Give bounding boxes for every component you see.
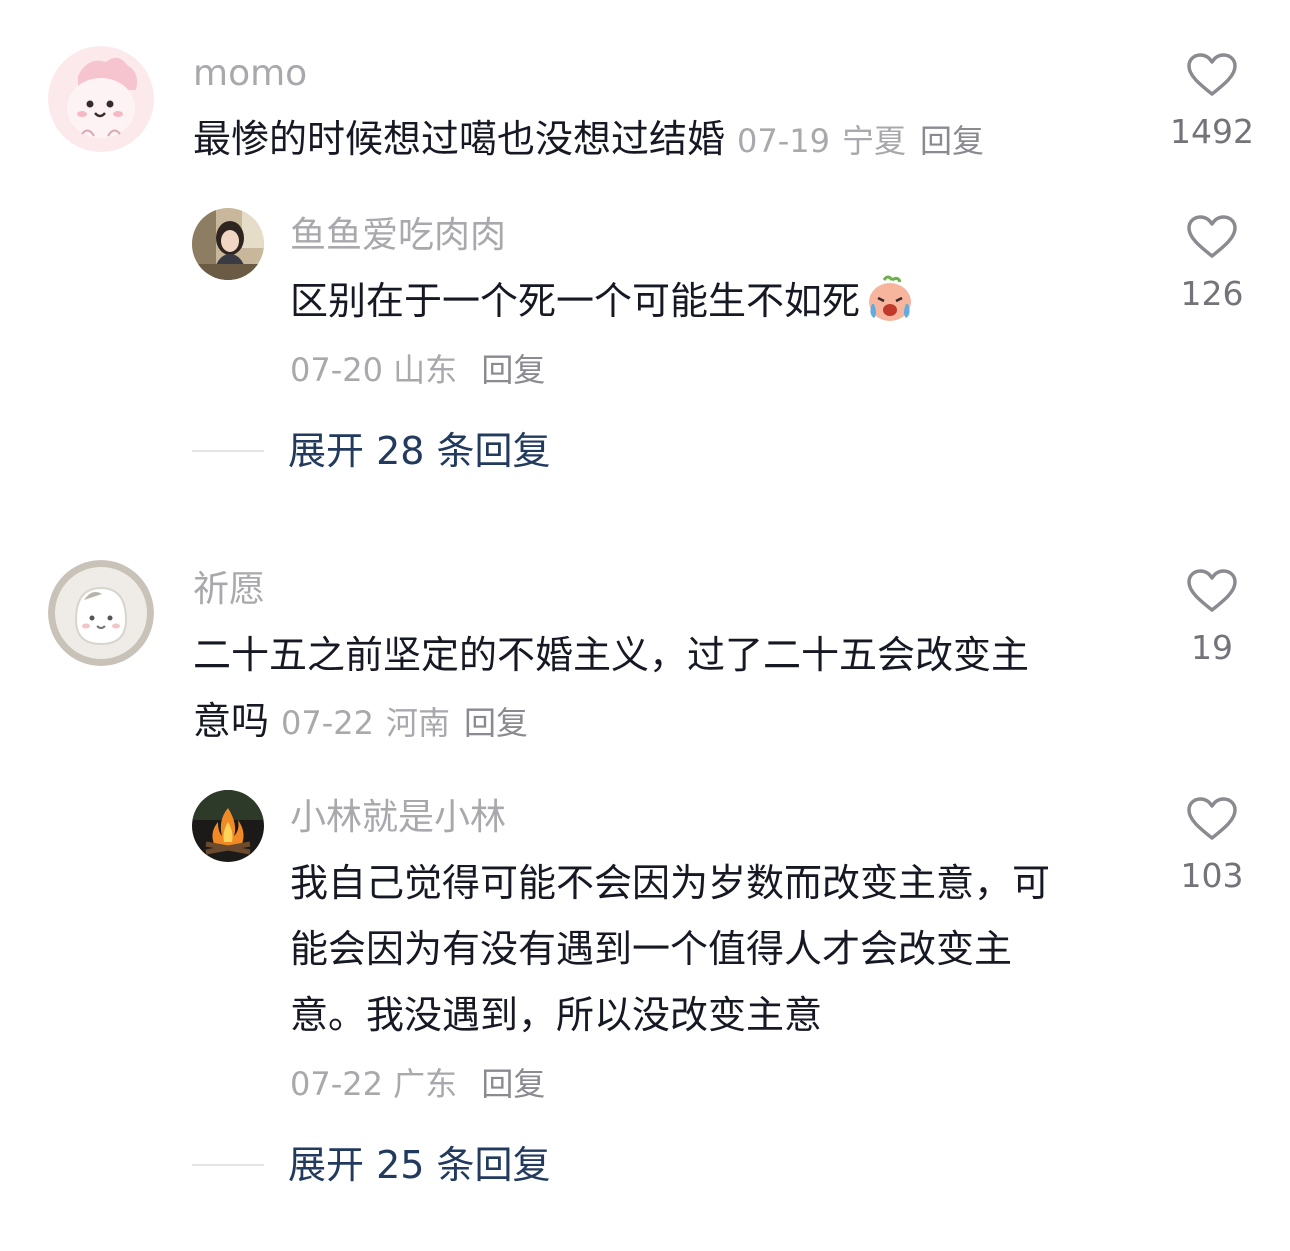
- like-count: 1492: [1170, 112, 1254, 151]
- cartoon-cat-icon: [48, 560, 154, 666]
- campfire-icon: [192, 790, 264, 862]
- comment-body-line: 意吗 07-22 河南 回复: [193, 688, 1153, 756]
- comment-meta: 07-19 宁夏 回复: [737, 122, 984, 160]
- crying-face-emoji-icon: [862, 274, 918, 344]
- reply-date: 07-22: [290, 1065, 383, 1103]
- heart-icon: [1187, 53, 1237, 96]
- username[interactable]: 小林就是小林: [290, 796, 506, 840]
- comment-body: 最惨的时候想过噶也没想过结婚: [193, 117, 726, 161]
- like-button[interactable]: 1492: [1152, 52, 1272, 152]
- reply-body-line: 我自己觉得可能不会因为岁数而改变主意，可: [290, 861, 1051, 905]
- heart-icon: [1187, 215, 1237, 258]
- reply-text: 我自己觉得可能不会因为岁数而改变主意，可 能会因为有没有遇到一个值得人才会改变主…: [290, 850, 1150, 1048]
- comment-location: 河南: [386, 704, 451, 742]
- username[interactable]: 祈愿: [193, 568, 265, 612]
- comment-date: 07-19: [737, 122, 830, 160]
- username[interactable]: momo: [193, 52, 307, 96]
- reply-button[interactable]: 回复: [481, 351, 545, 389]
- reply-location: 广东: [393, 1065, 458, 1103]
- reply-button[interactable]: 回复: [464, 704, 528, 742]
- pink-dinosaur-icon: [48, 46, 154, 152]
- user-avatar[interactable]: [48, 560, 154, 666]
- expand-replies-button[interactable]: 展开 25 条回复: [192, 1140, 551, 1190]
- expand-replies-label: 展开 25 条回复: [288, 1143, 551, 1187]
- divider-line: [192, 1164, 264, 1166]
- user-avatar[interactable]: [192, 790, 264, 862]
- divider-line: [192, 450, 264, 452]
- username[interactable]: 鱼鱼爱吃肉肉: [290, 214, 506, 258]
- expand-replies-button[interactable]: 展开 28 条回复: [192, 426, 551, 476]
- user-avatar[interactable]: [48, 46, 154, 152]
- comment-body-line: 二十五之前坚定的不婚主义，过了二十五会改变主: [193, 633, 1030, 677]
- reply-date: 07-20: [290, 351, 383, 389]
- comment-location: 宁夏: [842, 122, 907, 160]
- reply-body-line: 能会因为有没有遇到一个值得人才会改变主: [290, 927, 1013, 971]
- reply-body-line: 意。我没遇到，所以没改变主意: [290, 993, 823, 1037]
- expand-replies-label: 展开 28 条回复: [288, 429, 551, 473]
- reply-body: 区别在于一个死一个可能生不如死: [290, 279, 861, 323]
- like-button[interactable]: 103: [1152, 796, 1272, 896]
- reply-meta: 07-20 山东 回复: [290, 348, 545, 392]
- like-button[interactable]: 126: [1152, 214, 1272, 314]
- comment-text: 二十五之前坚定的不婚主义，过了二十五会改变主 意吗 07-22 河南 回复: [193, 622, 1153, 756]
- reply-meta: 07-22 广东 回复: [290, 1062, 545, 1106]
- comment-text: 最惨的时候想过噶也没想过结婚 07-19 宁夏 回复: [193, 106, 1153, 174]
- reply-location: 山东: [393, 351, 458, 389]
- like-button[interactable]: 19: [1152, 568, 1272, 668]
- heart-icon: [1187, 569, 1237, 612]
- reply-button[interactable]: 回复: [920, 122, 984, 160]
- girl-photo-icon: [192, 208, 264, 280]
- like-count: 103: [1180, 856, 1244, 895]
- user-avatar[interactable]: [192, 208, 264, 280]
- comment-date: 07-22: [281, 704, 374, 742]
- like-count: 126: [1180, 274, 1244, 313]
- reply-button[interactable]: 回复: [481, 1065, 545, 1103]
- comment-body-end: 意吗: [193, 699, 270, 743]
- comment-meta: 07-22 河南 回复: [281, 704, 528, 742]
- heart-icon: [1187, 797, 1237, 840]
- like-count: 19: [1191, 628, 1233, 667]
- reply-text: 区别在于一个死一个可能生不如死: [290, 268, 1150, 344]
